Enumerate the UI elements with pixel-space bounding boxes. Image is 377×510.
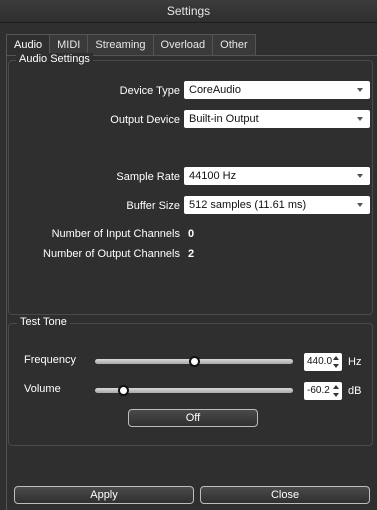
output-device-select[interactable]: Built-in Output (184, 110, 370, 128)
sample-rate-value: 44100 Hz (189, 170, 237, 182)
tab-other[interactable]: Other (212, 34, 256, 55)
frequency-unit: Hz (348, 356, 362, 368)
output-channels-label: Number of Output Channels (43, 248, 180, 260)
buffer-size-label: Buffer Size (126, 200, 180, 212)
sample-rate-select[interactable]: 44100 Hz (184, 167, 370, 185)
tab-overload[interactable]: Overload (152, 34, 214, 55)
frequency-value: 440.0 (307, 356, 333, 367)
device-type-value: CoreAudio (189, 84, 241, 96)
input-channels-label: Number of Input Channels (51, 228, 180, 240)
buffer-size-select[interactable]: 512 samples (11.61 ms) (184, 196, 370, 214)
volume-value: -60.2 (307, 385, 330, 396)
device-type-select[interactable]: CoreAudio (184, 81, 370, 99)
chevron-down-icon (357, 117, 363, 121)
output-channels-value: 2 (188, 248, 195, 260)
window-title: Settings (0, 0, 377, 23)
volume-slider-thumb[interactable] (118, 385, 129, 396)
tab-bar: Audio MIDI Streaming Overload Other (6, 34, 256, 55)
chevron-down-icon (357, 88, 363, 92)
frequency-label: Frequency (24, 354, 76, 366)
frequency-slider-thumb[interactable] (189, 356, 200, 367)
test-tone-toggle-button[interactable]: Off (128, 409, 258, 427)
chevron-down-icon (357, 203, 363, 207)
close-button[interactable]: Close (200, 486, 370, 504)
test-tone-title: Test Tone (17, 316, 70, 328)
tab-streaming[interactable]: Streaming (87, 34, 154, 55)
volume-input[interactable]: -60.2 (304, 382, 342, 400)
stepper-icon[interactable] (332, 354, 341, 370)
buffer-size-value: 512 samples (11.61 ms) (189, 199, 307, 211)
audio-settings-title: Audio Settings (16, 53, 93, 65)
output-device-value: Built-in Output (189, 113, 259, 125)
frequency-input[interactable]: 440.0 (304, 353, 342, 371)
tab-audio[interactable]: Audio (6, 34, 51, 55)
volume-unit: dB (348, 385, 362, 397)
stepper-icon[interactable] (332, 383, 341, 399)
tab-midi[interactable]: MIDI (49, 34, 89, 55)
device-type-label: Device Type (119, 85, 180, 97)
volume-label: Volume (24, 383, 61, 395)
input-channels-value: 0 (188, 228, 195, 240)
sample-rate-label: Sample Rate (116, 171, 180, 183)
chevron-down-icon (357, 174, 363, 178)
frequency-slider[interactable] (95, 356, 293, 367)
apply-button[interactable]: Apply (14, 486, 194, 504)
output-device-label: Output Device (110, 114, 180, 126)
volume-slider[interactable] (95, 385, 293, 396)
